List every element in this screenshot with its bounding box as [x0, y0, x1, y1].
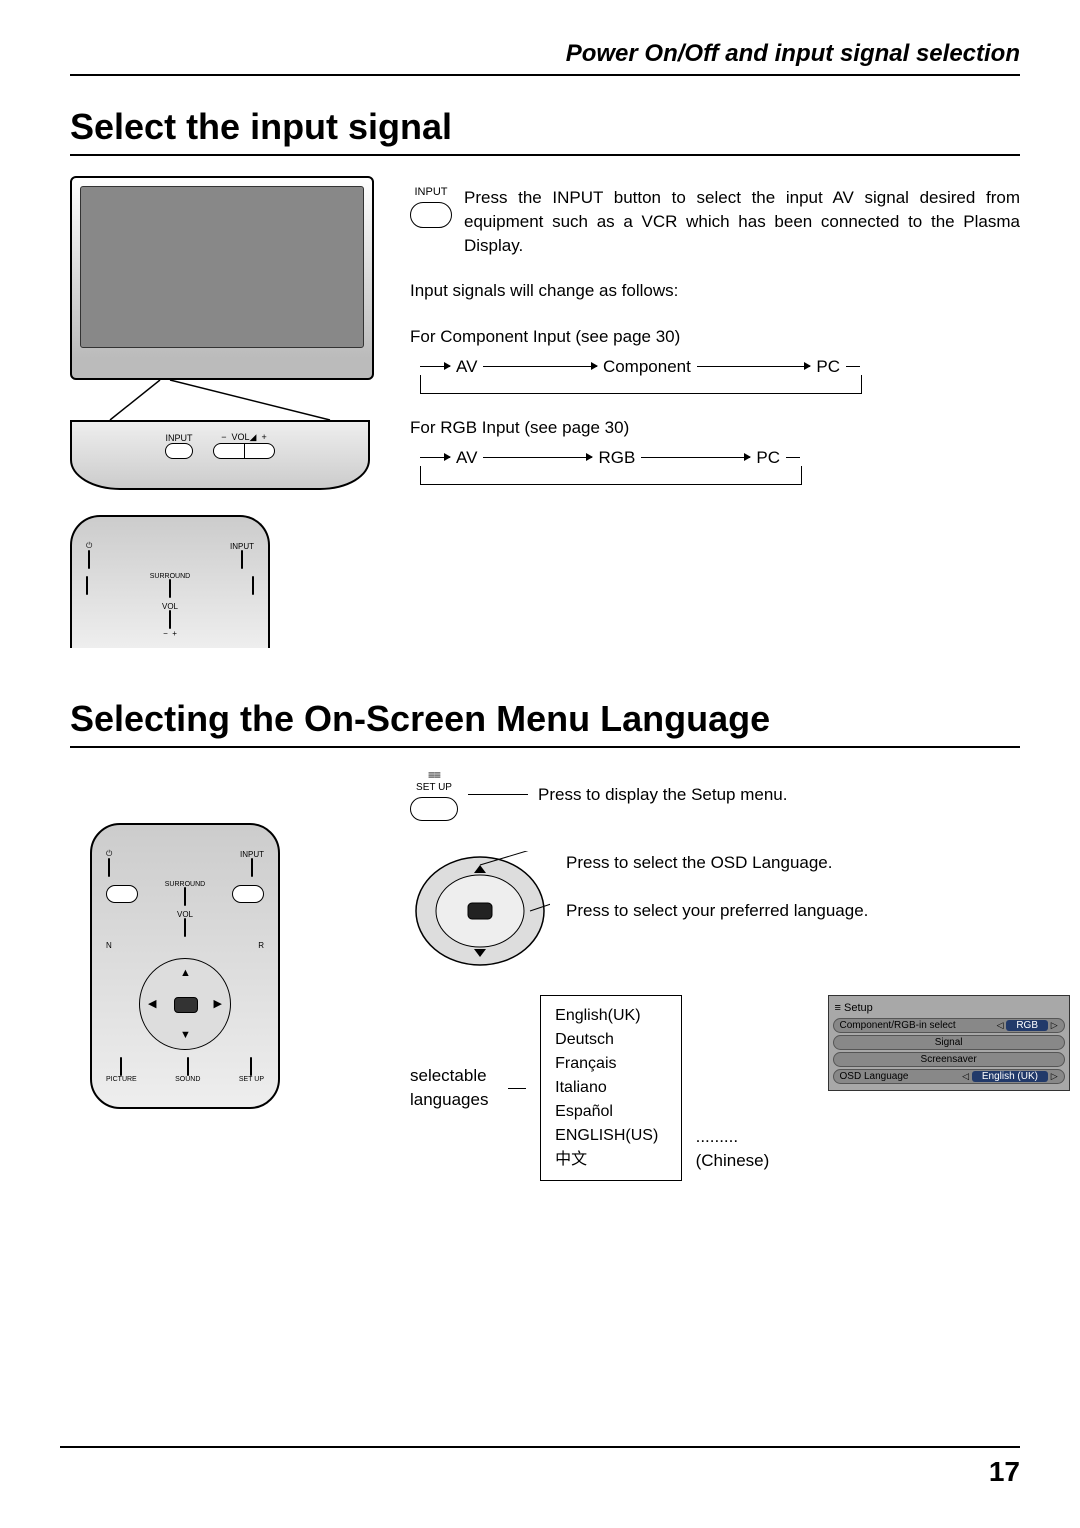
lang-item: ENGLISH(US) [555, 1124, 666, 1148]
lang-item: Italiano [555, 1076, 666, 1100]
cycle-loop-2 [420, 466, 802, 485]
osd-row-signal: Signal [833, 1035, 1065, 1050]
rgb-input-line: For RGB Input (see page 30) [410, 416, 1020, 440]
cycle1-component: Component [603, 357, 691, 377]
panel-input-label: INPUT [165, 433, 193, 443]
lang-item: Français [555, 1052, 666, 1076]
setup-label: SET UP [410, 782, 458, 793]
osd-title: Setup [844, 1002, 873, 1014]
cycle1-pc: PC [816, 357, 840, 377]
panel-vol-plus: + [261, 432, 266, 442]
panel-vol-rocker [213, 443, 275, 459]
remote-input-button [241, 550, 243, 569]
panel-vol-label: VOL [232, 432, 250, 442]
step3-text: Press to select your preferred language. [566, 899, 1070, 923]
cycle-loop-1 [420, 375, 862, 394]
lang-item: Español [555, 1100, 666, 1124]
osd-row-component: Component/RGB-in select ◁ RGB ▷ [833, 1018, 1065, 1033]
osd-setup-menu: ≡ Setup Component/RGB-in select ◁ RGB ▷ … [828, 995, 1070, 1091]
menu-lines-icon: ≡≡ [410, 768, 458, 782]
cycle2-rgb: RGB [598, 448, 635, 468]
chinese-note: .........(Chinese) [696, 1125, 804, 1181]
remote-illustration-full: ⏻ INPUT SURROUND VOL NR ▲▼ ◀▶ [90, 823, 280, 1109]
remote-illustration-top: ⏻ INPUT SURROUND VOL − + [70, 515, 270, 648]
remote-dpad: ▲▼ ◀▶ [139, 958, 231, 1050]
section-heading-language: Selecting the On-Screen Menu Language [70, 698, 1020, 748]
section-heading-input: Select the input signal [70, 106, 1020, 156]
component-input-line: For Component Input (see page 30) [410, 325, 1020, 349]
step1-text: Press to display the Setup menu. [538, 783, 787, 807]
input-button-diagram: INPUT [410, 186, 452, 228]
dpad-diagram [410, 851, 550, 971]
tv-illustration [70, 176, 374, 380]
cycle2-pc: PC [756, 448, 780, 468]
input-button-label: INPUT [410, 186, 452, 198]
cycle2-av: AV [456, 448, 477, 468]
setup-button-diagram: ≡≡ SET UP [410, 768, 458, 821]
tv-panel-closeup: INPUT − VOL◢ + [70, 420, 370, 490]
page-footer: 17 [60, 1446, 1020, 1488]
cycle1-av: AV [456, 357, 477, 377]
lang-item: English(UK) [555, 1004, 666, 1028]
panel-vol-minus: − [221, 432, 226, 442]
section1-content: INPUT − VOL◢ + ⏻ [70, 176, 1020, 648]
page-header: Power On/Off and input signal selection [70, 40, 1020, 76]
signals-change-text: Input signals will change as follows: [410, 279, 1020, 303]
panel-input-button [165, 443, 193, 459]
menu-lines-icon: ≡ [835, 1002, 841, 1014]
language-list: English(UK) Deutsch Français Italiano Es… [540, 995, 681, 1181]
page-number: 17 [989, 1456, 1020, 1487]
osd-row-screensaver: Screensaver [833, 1052, 1065, 1067]
cycle-rgb: AV RGB PC [420, 448, 800, 468]
cycle-component: AV Component PC [420, 357, 860, 377]
section2-content: ⏻ INPUT SURROUND VOL NR ▲▼ ◀▶ [70, 768, 1020, 1181]
osd-row-language: OSD Language ◁ English (UK) ▷ [833, 1069, 1065, 1084]
selectable-languages-label: selectable languages [410, 1064, 494, 1112]
remote-vol-rocker [169, 610, 171, 629]
input-description: Press the INPUT button to select the inp… [464, 186, 1020, 257]
step2-text: Press to select the OSD Language. [566, 851, 1070, 875]
lang-item: Deutsch [555, 1028, 666, 1052]
manual-page: Power On/Off and input signal selection … [0, 0, 1080, 1528]
lang-item: 中文 [555, 1148, 666, 1172]
